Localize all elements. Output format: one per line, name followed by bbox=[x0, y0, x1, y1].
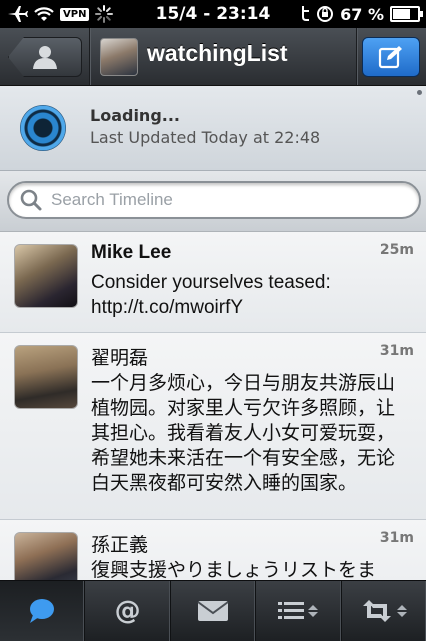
avatar[interactable] bbox=[14, 345, 78, 409]
tab-retweets[interactable] bbox=[342, 581, 426, 641]
tweet-author: 孫正義 bbox=[91, 535, 149, 556]
activity-spinner-icon bbox=[95, 5, 114, 23]
compose-icon bbox=[378, 46, 402, 69]
retweets-icon bbox=[362, 600, 391, 622]
user-silhouette-icon bbox=[33, 46, 57, 69]
messages-envelope-icon bbox=[197, 601, 229, 621]
twitter-t-icon bbox=[302, 6, 310, 21]
compose-button[interactable] bbox=[362, 37, 420, 77]
tweet-row[interactable]: 翟明磊 31m 一个月多烦心，今日与朋友共游辰山植物园。对家里人亏欠许多照顾，让… bbox=[0, 333, 426, 520]
tweet-time: 31m bbox=[379, 343, 414, 359]
refresh-spinner-icon bbox=[20, 105, 66, 151]
tweet-row[interactable]: 孫正義 31m 復興支援やりましょうリストをま bbox=[0, 520, 426, 580]
nav-divider bbox=[89, 28, 90, 85]
battery-fill bbox=[393, 9, 411, 19]
tab-lists[interactable] bbox=[256, 581, 342, 641]
tweet-author: 翟明磊 bbox=[91, 348, 149, 369]
airplane-icon bbox=[8, 6, 28, 22]
last-updated-text: Last Updated Today at 22:48 bbox=[90, 128, 321, 147]
refresh-status: Loading... bbox=[90, 106, 180, 125]
refresh-panel: Loading... Last Updated Today at 22:48 bbox=[0, 86, 426, 171]
menu-updown-icon bbox=[308, 605, 319, 617]
search-bar bbox=[0, 171, 426, 232]
back-button[interactable] bbox=[8, 37, 82, 77]
tweet-text: 復興支援やりましょうリストをま bbox=[91, 560, 377, 580]
timeline-bubble-icon bbox=[30, 599, 55, 623]
navigation-bar: watchingList bbox=[0, 28, 426, 86]
orientation-lock-icon bbox=[317, 6, 334, 22]
scroll-indicator bbox=[417, 90, 422, 95]
search-input[interactable] bbox=[49, 189, 393, 211]
tweet-author: Mike Lee bbox=[91, 242, 172, 263]
tweet-text: Consider yourselves teased: http://t.co/… bbox=[91, 272, 331, 318]
avatar[interactable] bbox=[14, 244, 78, 308]
wifi-icon bbox=[34, 7, 54, 21]
tab-mentions[interactable]: @ bbox=[85, 581, 171, 641]
tab-messages[interactable] bbox=[171, 581, 257, 641]
avatar[interactable] bbox=[14, 532, 78, 580]
page-title: watchingList bbox=[147, 40, 288, 66]
tab-bar: @ bbox=[0, 580, 426, 641]
menu-updown-icon bbox=[396, 605, 407, 617]
tweet-time: 31m bbox=[379, 530, 414, 546]
tweet-row[interactable]: Mike Lee 25m Consider yourselves teased:… bbox=[0, 232, 426, 333]
battery-percent: 67 % bbox=[340, 4, 384, 24]
search-icon bbox=[20, 189, 42, 211]
tweet-time: 25m bbox=[379, 242, 414, 258]
lists-icon bbox=[278, 602, 305, 619]
tweet-text: 一个月多烦心，今日与朋友共游辰山植物园。对家里人亏欠许多照顾，让其担心。我看着友… bbox=[91, 373, 396, 494]
list-owner-avatar bbox=[100, 38, 138, 76]
nav-divider bbox=[356, 28, 357, 85]
battery-icon bbox=[390, 6, 423, 22]
mentions-at-icon: @ bbox=[114, 596, 141, 626]
timeline-list[interactable]: Mike Lee 25m Consider yourselves teased:… bbox=[0, 232, 426, 580]
search-field[interactable] bbox=[7, 181, 421, 219]
tab-timeline[interactable] bbox=[0, 581, 86, 641]
vpn-badge: VPN bbox=[60, 7, 90, 21]
status-bar: VPN 15/4 - 23:14 67 % bbox=[0, 0, 426, 28]
